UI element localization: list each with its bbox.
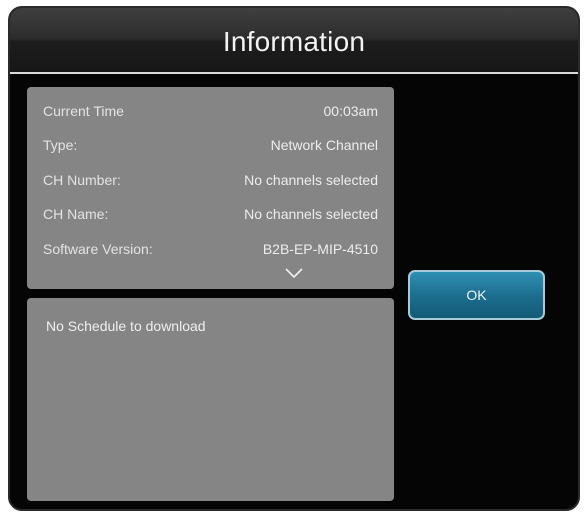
ch-name-value: No channels selected bbox=[244, 206, 378, 222]
info-row-software-version: Software Version: B2B-EP-MIP-4510 bbox=[43, 239, 378, 259]
ch-name-label: CH Name: bbox=[43, 206, 109, 222]
info-row-ch-name: CH Name: No channels selected bbox=[43, 204, 378, 224]
information-dialog: Information Current Time 00:03am Type: N… bbox=[8, 6, 580, 511]
current-time-value: 00:03am bbox=[323, 103, 378, 119]
schedule-message: No Schedule to download bbox=[46, 318, 206, 334]
title-bar: Information bbox=[10, 8, 578, 72]
current-time-label: Current Time bbox=[43, 103, 124, 119]
chevron-down-icon[interactable] bbox=[285, 265, 303, 283]
ok-button[interactable]: OK bbox=[408, 270, 545, 320]
info-row-type: Type: Network Channel bbox=[43, 135, 378, 155]
title-divider bbox=[10, 72, 578, 74]
info-row-ch-number: CH Number: No channels selected bbox=[43, 170, 378, 190]
software-version-label: Software Version: bbox=[43, 241, 153, 257]
ch-number-value: No channels selected bbox=[244, 172, 378, 188]
software-version-value: B2B-EP-MIP-4510 bbox=[262, 241, 378, 257]
type-value: Network Channel bbox=[270, 137, 378, 153]
dialog-title: Information bbox=[222, 26, 366, 57]
schedule-panel: No Schedule to download bbox=[27, 298, 394, 501]
type-label: Type: bbox=[43, 137, 78, 153]
info-row-current-time: Current Time 00:03am bbox=[43, 101, 378, 121]
info-panel[interactable]: Current Time 00:03am Type: Network Chann… bbox=[27, 87, 394, 289]
ch-number-label: CH Number: bbox=[43, 172, 121, 188]
